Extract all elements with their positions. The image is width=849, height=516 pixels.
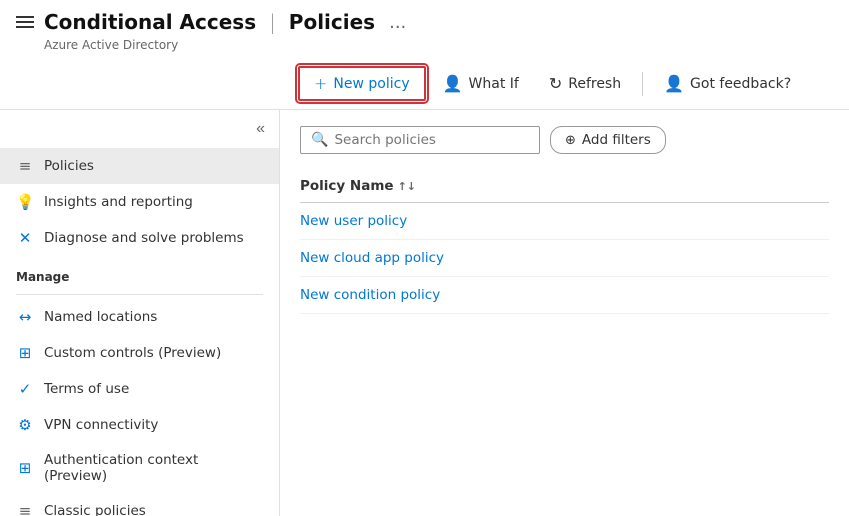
- plus-icon: +: [314, 74, 327, 93]
- table-row[interactable]: New condition policy: [300, 277, 829, 314]
- sidebar-item-auth-context[interactable]: ⊞ Authentication context (Preview): [0, 443, 279, 493]
- sidebar-item-policies[interactable]: ≡ Policies: [0, 148, 279, 184]
- add-filters-label: Add filters: [582, 132, 651, 148]
- page-title: Conditional Access | Policies: [44, 10, 375, 34]
- page-header: Conditional Access | Policies ...: [0, 0, 849, 38]
- feedback-button[interactable]: 👤 Got feedback?: [651, 67, 804, 100]
- sidebar-label-terms-of-use: Terms of use: [44, 381, 129, 397]
- sidebar-label-named-locations: Named locations: [44, 309, 157, 325]
- sidebar: « ≡ Policies 💡 Insights and reporting ✕ …: [0, 110, 280, 516]
- insights-icon: 💡: [16, 193, 34, 211]
- new-policy-button[interactable]: + New policy: [298, 66, 426, 101]
- main-toolbar: + New policy 👤 What If ↻ Refresh 👤 Got f…: [0, 58, 849, 110]
- section-name: Policies: [289, 10, 375, 34]
- refresh-label: Refresh: [568, 76, 621, 92]
- sidebar-collapse-area: «: [0, 114, 279, 148]
- custom-controls-icon: ⊞: [16, 344, 34, 362]
- search-input[interactable]: [334, 132, 529, 148]
- what-if-label: What If: [469, 76, 519, 92]
- col-policy-name-label: Policy Name: [300, 178, 394, 194]
- table-row[interactable]: New user policy: [300, 203, 829, 240]
- sort-arrows-icon: ↑↓: [398, 180, 416, 193]
- sidebar-label-policies: Policies: [44, 158, 94, 174]
- toolbar-actions: + New policy: [298, 66, 426, 101]
- title-separator: |: [269, 10, 276, 34]
- search-box[interactable]: 🔍: [300, 126, 540, 154]
- sidebar-divider: [16, 294, 263, 295]
- diagnose-icon: ✕: [16, 229, 34, 247]
- sidebar-label-insights: Insights and reporting: [44, 194, 193, 210]
- add-filters-button[interactable]: ⊕ Add filters: [550, 126, 666, 154]
- named-locations-icon: ↔: [16, 308, 34, 326]
- sidebar-item-classic-policies[interactable]: ≡ Classic policies: [0, 493, 279, 516]
- search-icon: 🔍: [311, 132, 328, 148]
- content-toolbar: 🔍 ⊕ Add filters: [300, 126, 829, 154]
- content-area: 🔍 ⊕ Add filters Policy Name ↑↓ New user …: [280, 110, 849, 516]
- policy-link-0[interactable]: New user policy: [300, 213, 407, 229]
- sidebar-item-terms-of-use[interactable]: ✓ Terms of use: [0, 371, 279, 407]
- menu-icon[interactable]: [16, 16, 34, 28]
- main-container: « ≡ Policies 💡 Insights and reporting ✕ …: [0, 110, 849, 516]
- sidebar-item-diagnose[interactable]: ✕ Diagnose and solve problems: [0, 220, 279, 256]
- toolbar-divider: [642, 72, 643, 96]
- table-row[interactable]: New cloud app policy: [300, 240, 829, 277]
- sidebar-item-insights[interactable]: 💡 Insights and reporting: [0, 184, 279, 220]
- policy-table: Policy Name ↑↓ New user policy New cloud…: [300, 170, 829, 314]
- new-policy-label: New policy: [333, 76, 409, 92]
- col-policy-name[interactable]: Policy Name ↑↓: [300, 178, 416, 194]
- person-icon: 👤: [443, 74, 463, 93]
- feedback-label: Got feedback?: [690, 76, 791, 92]
- auth-context-icon: ⊞: [16, 459, 34, 477]
- table-header: Policy Name ↑↓: [300, 170, 829, 203]
- sidebar-label-diagnose: Diagnose and solve problems: [44, 230, 244, 246]
- policies-icon: ≡: [16, 157, 34, 175]
- policy-link-1[interactable]: New cloud app policy: [300, 250, 444, 266]
- sidebar-label-auth-context: Authentication context (Preview): [44, 452, 263, 484]
- vpn-icon: ⚙: [16, 416, 34, 434]
- terms-icon: ✓: [16, 380, 34, 398]
- more-options-icon[interactable]: ...: [389, 12, 406, 33]
- sidebar-item-named-locations[interactable]: ↔ Named locations: [0, 299, 279, 335]
- header-subtitle: Azure Active Directory: [0, 38, 849, 58]
- sidebar-label-vpn: VPN connectivity: [44, 417, 158, 433]
- manage-section-label: Manage: [0, 256, 279, 290]
- refresh-icon: ↻: [549, 74, 562, 93]
- sidebar-label-classic-policies: Classic policies: [44, 503, 146, 516]
- sidebar-item-custom-controls[interactable]: ⊞ Custom controls (Preview): [0, 335, 279, 371]
- policy-link-2[interactable]: New condition policy: [300, 287, 440, 303]
- classic-policies-icon: ≡: [16, 502, 34, 516]
- feedback-icon: 👤: [664, 74, 684, 93]
- what-if-button[interactable]: 👤 What If: [430, 67, 532, 100]
- refresh-button[interactable]: ↻ Refresh: [536, 67, 634, 100]
- app-name: Conditional Access: [44, 10, 256, 34]
- collapse-button[interactable]: «: [250, 118, 271, 140]
- sidebar-item-vpn[interactable]: ⚙ VPN connectivity: [0, 407, 279, 443]
- sidebar-label-custom-controls: Custom controls (Preview): [44, 345, 221, 361]
- filter-icon: ⊕: [565, 133, 576, 148]
